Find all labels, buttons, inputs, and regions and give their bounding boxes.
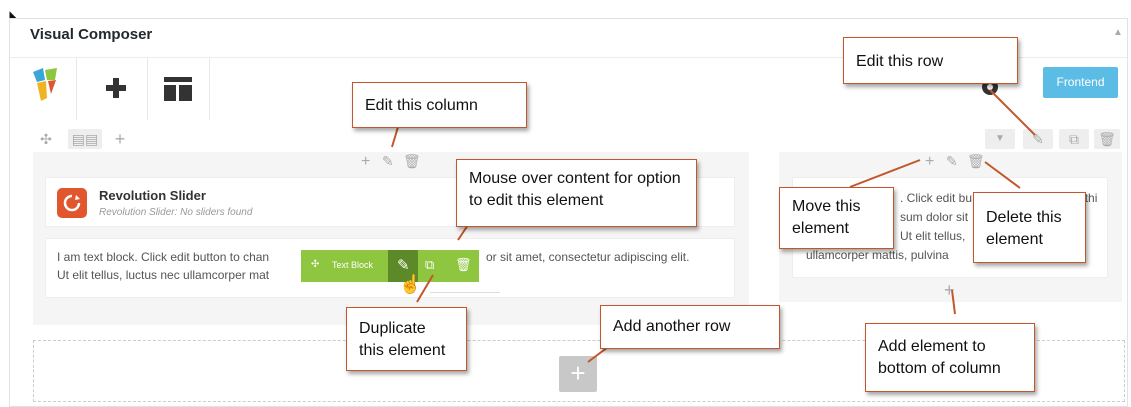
callout-mouse-over: Mouse over content for option to edit th… [456,159,697,227]
callout-edit-row: Edit this row [843,37,1018,84]
callout-add-bottom: Add element to bottom of column [865,323,1035,392]
callout-duplicate-element: Duplicate this element [346,307,467,371]
callout-move-element: Move this element [779,187,894,249]
callout-add-row: Add another row [600,305,780,349]
callout-edit-column: Edit this column [352,82,527,128]
callout-delete-element: Delete this element [973,192,1086,263]
